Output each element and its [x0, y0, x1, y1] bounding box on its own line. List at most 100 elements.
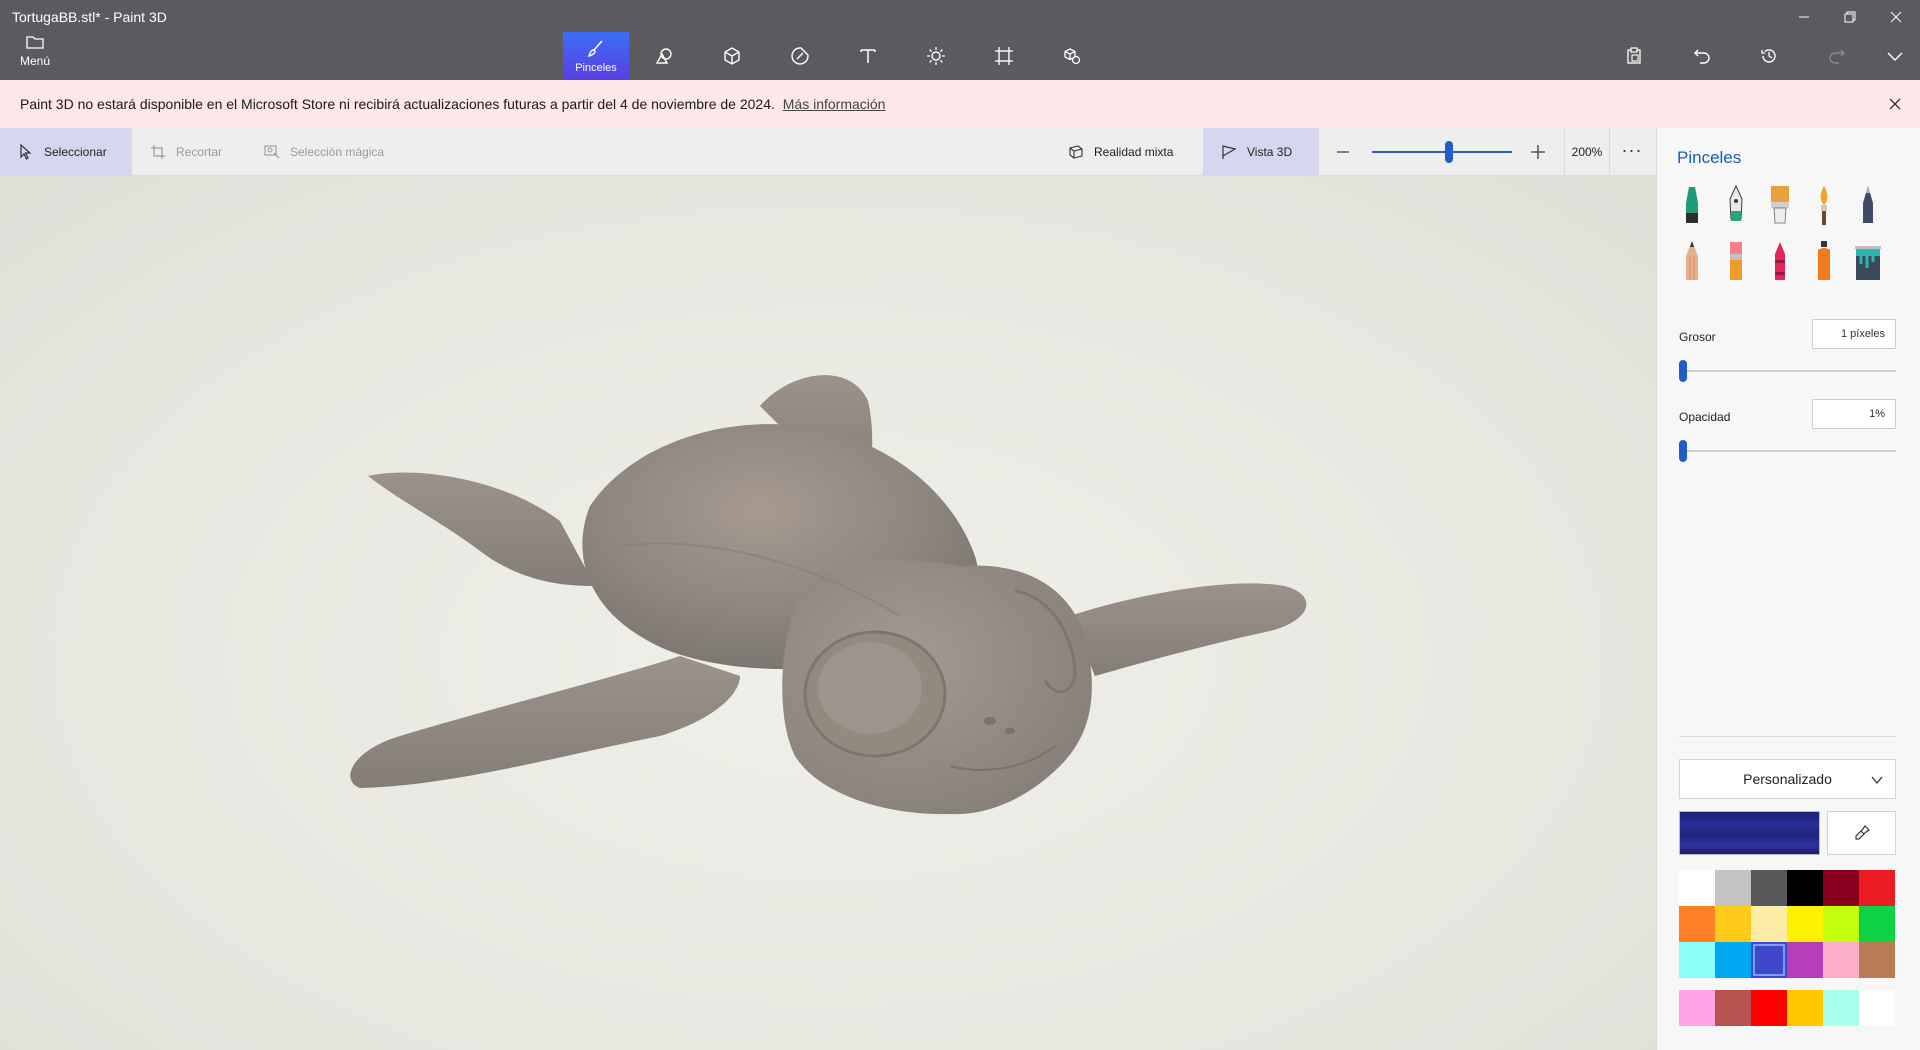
- close-icon[interactable]: [1886, 95, 1904, 113]
- mixed-reality-button[interactable]: Realidad mixta: [1050, 128, 1191, 176]
- menu-label: Menú: [19, 54, 51, 68]
- color-swatch[interactable]: [1787, 906, 1823, 942]
- paste-icon: [1627, 47, 1641, 64]
- chevron-down-icon: [1887, 52, 1903, 61]
- custom-color-swatch[interactable]: [1787, 990, 1823, 1026]
- color-mode-dropdown[interactable]: Personalizado: [1679, 759, 1896, 799]
- redo-button[interactable]: [1825, 44, 1849, 68]
- select-button[interactable]: Seleccionar: [0, 128, 132, 176]
- color-swatch[interactable]: [1823, 906, 1859, 942]
- color-swatch[interactable]: [1679, 942, 1715, 978]
- brush-watercolor[interactable]: [1809, 183, 1839, 229]
- tool-effects[interactable]: [903, 32, 969, 80]
- color-swatch[interactable]: [1859, 870, 1895, 906]
- opacity-input[interactable]: 1%: [1812, 399, 1896, 429]
- tool-brushes[interactable]: Pinceles: [563, 32, 629, 80]
- color-swatch[interactable]: [1787, 870, 1823, 906]
- close-window-button[interactable]: [1877, 0, 1915, 34]
- color-swatch[interactable]: [1715, 870, 1751, 906]
- eraser-icon: [1730, 242, 1742, 280]
- eyedropper-button[interactable]: [1827, 811, 1896, 855]
- brush-pencil[interactable]: [1677, 238, 1707, 284]
- color-swatch[interactable]: [1787, 942, 1823, 978]
- color-swatch[interactable]: [1751, 942, 1787, 978]
- zoom-slider[interactable]: [1372, 141, 1512, 163]
- brush-crayon[interactable]: [1765, 238, 1795, 284]
- canvas-3d-viewport[interactable]: [0, 176, 1656, 1050]
- color-swatch[interactable]: [1679, 870, 1715, 906]
- brush-oil[interactable]: [1765, 183, 1795, 229]
- opacity-slider-thumb[interactable]: [1679, 440, 1687, 462]
- brush-marker[interactable]: [1677, 183, 1707, 229]
- custom-color-swatch[interactable]: [1679, 990, 1715, 1026]
- view-3d-icon: [1222, 145, 1237, 159]
- tool-stickers[interactable]: [767, 32, 833, 80]
- minimize-icon: [1799, 16, 1809, 18]
- more-info-link[interactable]: Más información: [783, 96, 886, 112]
- brush-eraser[interactable]: [1721, 238, 1751, 284]
- custom-color-swatch[interactable]: [1715, 990, 1751, 1026]
- restore-button[interactable]: [1831, 0, 1869, 34]
- view-3d-label: Vista 3D: [1247, 145, 1293, 159]
- opacity-slider[interactable]: [1679, 440, 1896, 462]
- tool-3d-shapes[interactable]: [699, 32, 765, 80]
- view-3d-button[interactable]: Vista 3D: [1203, 128, 1319, 176]
- custom-color-swatch[interactable]: [1751, 990, 1787, 1026]
- color-swatch[interactable]: [1751, 870, 1787, 906]
- menu-button[interactable]: Menú: [12, 34, 58, 76]
- crayon-icon: [1775, 242, 1785, 280]
- history-icon: [1761, 49, 1776, 63]
- custom-color-swatch[interactable]: [1859, 990, 1895, 1026]
- tool-2d-shapes[interactable]: [631, 32, 697, 80]
- pencil-icon: [1686, 241, 1698, 280]
- custom-color-swatch[interactable]: [1823, 990, 1859, 1026]
- history-button[interactable]: [1757, 44, 1781, 68]
- cursor-icon: [20, 144, 32, 160]
- paste-button[interactable]: [1622, 44, 1646, 68]
- undo-icon: [1694, 49, 1710, 64]
- color-swatch[interactable]: [1859, 942, 1895, 978]
- zoom-out-button[interactable]: [1331, 140, 1355, 164]
- zoom-percentage[interactable]: 200%: [1564, 128, 1610, 176]
- notice-text-line: Paint 3D no estará disponible en el Micr…: [20, 96, 885, 112]
- color-swatch[interactable]: [1715, 942, 1751, 978]
- undo-button[interactable]: [1690, 44, 1714, 68]
- window-title: TortugaBB.stl* - Paint 3D: [12, 9, 167, 25]
- color-swatch[interactable]: [1751, 906, 1787, 942]
- magic-select-button[interactable]: Selección mágica: [246, 128, 402, 176]
- zoom-slider-thumb[interactable]: [1444, 141, 1453, 163]
- expand-toolbar-button[interactable]: [1883, 44, 1907, 68]
- minimize-button[interactable]: [1785, 0, 1823, 34]
- tool-text[interactable]: [835, 32, 901, 80]
- thickness-slider-thumb[interactable]: [1679, 360, 1687, 382]
- crop-label: Recortar: [176, 145, 223, 159]
- color-swatch[interactable]: [1679, 906, 1715, 942]
- thickness-input[interactable]: 1 píxeles: [1812, 319, 1896, 349]
- color-swatch[interactable]: [1715, 906, 1751, 942]
- tool-canvas[interactable]: [971, 32, 1037, 80]
- 3d-shapes-icon: [724, 47, 740, 65]
- current-color-preview[interactable]: [1679, 811, 1820, 855]
- plus-icon: [1531, 145, 1545, 159]
- deprecation-notice: Paint 3D no estará disponible en el Micr…: [0, 80, 1920, 128]
- brush-spray-can[interactable]: [1809, 238, 1839, 284]
- color-swatch[interactable]: [1823, 942, 1859, 978]
- brush-calligraphy-pen[interactable]: [1721, 183, 1751, 229]
- crop-icon: [151, 145, 165, 159]
- more-options-button[interactable]: ···: [1620, 140, 1644, 164]
- title-bar: TortugaBB.stl* - Paint 3D Menú Pinceles: [0, 0, 1920, 80]
- text-icon: [860, 49, 876, 63]
- canvas-icon: [995, 47, 1013, 65]
- color-swatch[interactable]: [1859, 906, 1895, 942]
- color-swatch[interactable]: [1823, 870, 1859, 906]
- brush-fill-bucket[interactable]: [1853, 238, 1883, 284]
- turtle-3d-model[interactable]: [0, 176, 1656, 1050]
- thickness-slider[interactable]: [1679, 360, 1896, 382]
- effects-icon: [927, 47, 945, 65]
- tool-3d-library[interactable]: [1039, 32, 1105, 80]
- crop-button[interactable]: Recortar: [132, 128, 240, 176]
- magic-select-icon: [264, 145, 280, 159]
- brush-pixel-pen[interactable]: [1853, 183, 1883, 229]
- brushes-panel: Pinceles Grosor 1 píxeles Opacidad 1% Pe…: [1656, 128, 1920, 1050]
- zoom-in-button[interactable]: [1526, 140, 1550, 164]
